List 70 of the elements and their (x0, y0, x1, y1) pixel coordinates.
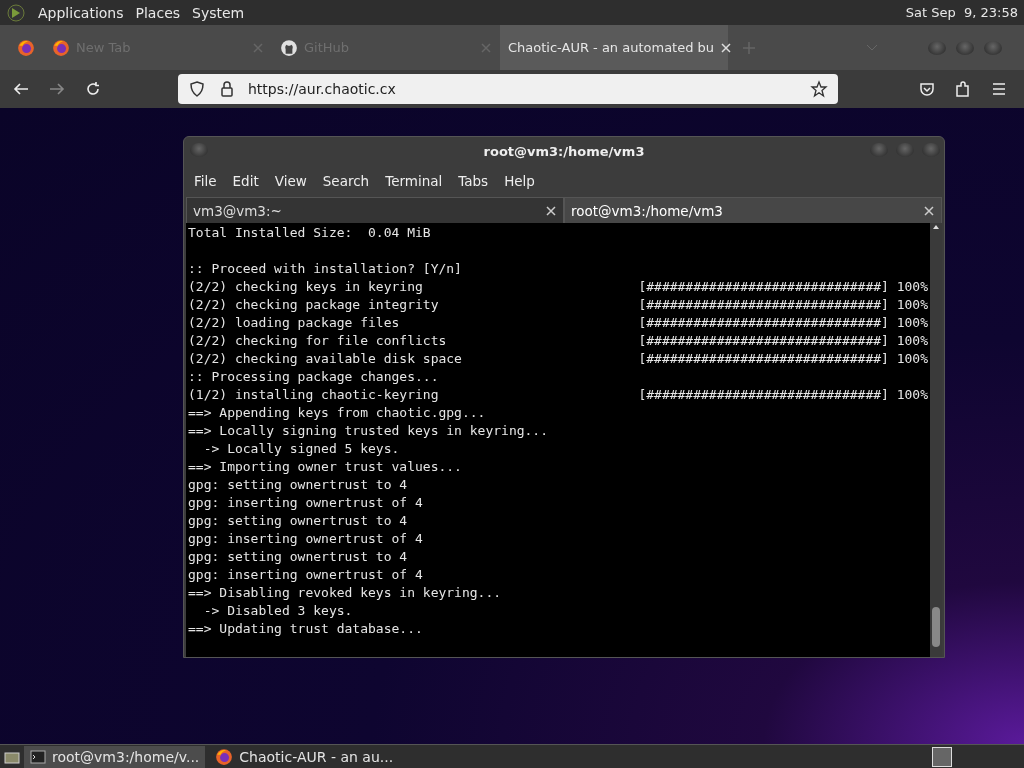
terminal-line: -> Locally signed 5 keys. (202, 440, 401, 458)
pocket-icon[interactable] (918, 80, 936, 98)
shield-icon (188, 80, 206, 98)
scrollbar[interactable] (930, 223, 942, 657)
firefox-icon (52, 38, 70, 57)
taskbar-button[interactable]: Chaotic-AUR - an au... (209, 745, 400, 768)
menu-item[interactable]: File (188, 173, 223, 189)
terminal-line: ==> Importing owner trust values... (188, 458, 463, 476)
menu-item[interactable]: Help (498, 173, 541, 189)
terminal-line: gpg: inserting ownertrust of 4 (188, 530, 424, 548)
lock-icon (218, 80, 236, 98)
terminal-tab[interactable]: vm3@vm3:~ (186, 197, 564, 223)
panel-menu[interactable]: Applications (38, 4, 124, 21)
terminal-line: gpg: setting ownertrust to 4 (188, 476, 409, 494)
firefox-icon (215, 747, 234, 766)
terminal-line: Total Installed Size: 0.04 MiB (188, 224, 432, 242)
menu-item[interactable]: View (268, 173, 313, 189)
progress-text: [##############################] 100% (638, 332, 928, 350)
window-button[interactable] (896, 143, 914, 157)
terminal-line: (2/2) checking keys in keyring (188, 278, 424, 296)
reload-icon[interactable] (84, 80, 102, 98)
menu-logo-icon[interactable] (6, 2, 26, 23)
menu-icon[interactable] (990, 80, 1008, 98)
progress-text: [##############################] 100% (638, 296, 928, 314)
terminal-line: gpg: inserting ownertrust of 4 (188, 494, 424, 512)
star-icon[interactable] (810, 80, 828, 98)
progress-text: [##############################] 100% (638, 278, 928, 296)
terminal-line: :: Proceed with installation? [Y/n] (188, 260, 463, 278)
menu-item[interactable]: Edit (226, 173, 265, 189)
puzzle-icon[interactable] (954, 80, 972, 98)
window-button[interactable] (956, 40, 974, 55)
window-button[interactable] (870, 143, 888, 157)
address-bar[interactable]: https://aur.chaotic.cx (178, 74, 838, 104)
terminal-line: (2/2) checking for file conflicts (188, 332, 448, 350)
panel-menu[interactable]: Places (135, 4, 181, 21)
window-button[interactable] (190, 143, 208, 157)
window-button[interactable] (984, 40, 1002, 55)
progress-text: [##############################] 100% (638, 386, 928, 404)
terminal-line: gpg: setting ownertrust to 4 (188, 512, 409, 530)
clock: Sat Sep 9, 23:58 (905, 5, 1018, 20)
terminal-line: gpg: setting ownertrust to 4 (188, 548, 409, 566)
terminal-tab[interactable]: root@vm3:/home/vm3 (564, 197, 942, 223)
progress-text: [##############################] 100% (638, 350, 928, 368)
terminal-line: ==> Locally signing trusted keys in keyring... (188, 422, 550, 440)
terminal-line: -> Disabled 3 keys. (202, 602, 354, 620)
terminal-icon (30, 748, 46, 765)
progress-text: [##############################] 100% (638, 314, 928, 332)
window-button[interactable] (922, 143, 940, 157)
workspace-switcher[interactable] (932, 746, 952, 767)
browser-tab[interactable]: Chaotic-AUR - an automated bu (500, 25, 728, 70)
window-button[interactable] (928, 40, 946, 55)
terminal-line: gpg: inserting ownertrust of 4 (188, 566, 424, 584)
menu-item[interactable]: Search (316, 173, 376, 189)
terminal-line: (1/2) installing chaotic-keyring (188, 386, 440, 404)
terminal-line: ==> Disabling revoked keys in keyring... (188, 584, 503, 602)
firefox-icon (17, 38, 35, 57)
terminal-line: ==> Updating trust database... (188, 620, 424, 638)
terminal-line: (2/2) checking package integrity (188, 296, 440, 314)
github-cat-icon (280, 38, 298, 57)
terminal-line: :: Processing package changes... (188, 368, 440, 386)
scroll-thumb[interactable] (932, 607, 940, 647)
close-icon[interactable] (720, 41, 733, 54)
window-title: root@vm3:/home/vm3 (483, 143, 645, 159)
taskbar-button[interactable]: root@vm3:/home/v... (24, 745, 206, 768)
panel-menu[interactable]: System (192, 4, 245, 21)
menu-item[interactable]: Terminal (379, 173, 449, 189)
terminal-line: (2/2) checking available disk space (188, 350, 463, 368)
terminal-line: ==> Appending keys from chaotic.gpg... (188, 404, 487, 422)
terminal-line: (2/2) loading package files (188, 314, 401, 332)
menu-item[interactable]: Tabs (452, 173, 495, 189)
